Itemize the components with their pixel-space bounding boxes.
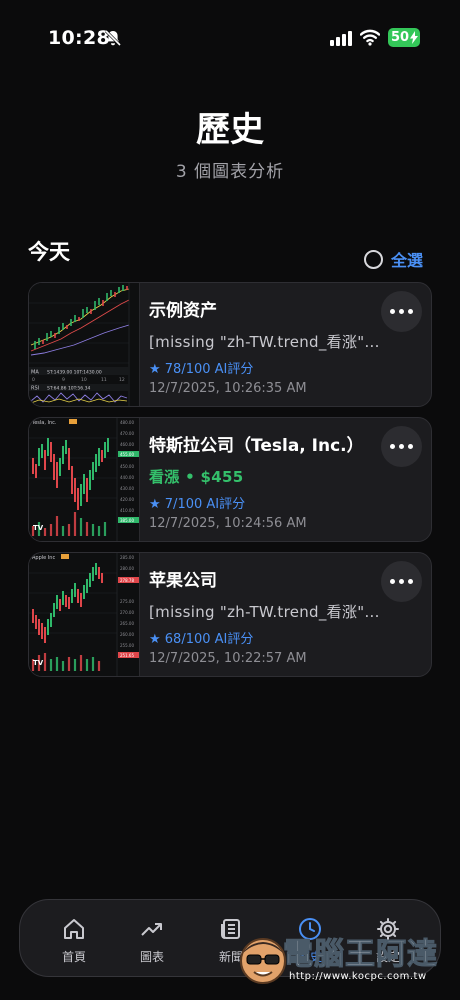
thumb-price-tick: 460.00 <box>120 442 134 447</box>
thumb-symbol-name: Tesla, Inc. <box>31 420 57 426</box>
home-icon <box>64 919 84 939</box>
select-all-radio[interactable] <box>364 249 383 269</box>
more-options-button[interactable] <box>381 426 422 467</box>
thumb-price-tick: 275.00 <box>120 599 134 604</box>
card-timestamp: 12/7/2025, 10:24:56 AM <box>149 516 307 531</box>
thumb-symbol-name: Apple Inc <box>32 555 55 561</box>
ellipsis-dot <box>408 579 413 584</box>
thumb-axis-label: 11 <box>101 377 107 383</box>
history-card[interactable]: Apple Inc TV 285.00 280.00 275.00 270.00… <box>28 552 432 677</box>
thumb-price-tick: 440.00 <box>120 475 134 480</box>
thumb-price-tick: 260.00 <box>120 632 134 637</box>
section-header-today: 今天 <box>28 240 70 264</box>
thumb-rsi-values: ST:64.86 10T:56.34 <box>47 386 90 392</box>
cellular-signal-icon <box>330 31 352 46</box>
ellipsis-dot <box>390 309 395 314</box>
card-title: 特斯拉公司（Tesla, Inc.） <box>149 436 364 456</box>
card-title: 苹果公司 <box>149 571 217 591</box>
more-options-button[interactable] <box>381 291 422 332</box>
thumb-price-tag: 278.78 <box>120 578 134 583</box>
status-bar: 10:28 50 <box>0 0 460 60</box>
tradingview-logo-icon: TV <box>33 524 44 532</box>
thumb-axis-label: 0 <box>32 377 35 383</box>
ellipsis-dot <box>390 444 395 449</box>
thumb-price-tick: 255.00 <box>120 643 134 648</box>
card-ai-score: ★ 78/100 AI評分 <box>149 362 254 377</box>
watermark-text: 電腦王阿達 <box>283 937 438 973</box>
card-timestamp: 12/7/2025, 10:22:57 AM <box>149 651 307 666</box>
chart-trend-icon <box>141 923 162 936</box>
bell-slash-icon <box>104 29 122 47</box>
page-title: 歷史 <box>196 110 264 150</box>
card-ai-score: ★ 68/100 AI評分 <box>149 632 254 647</box>
ellipsis-dot <box>408 444 413 449</box>
thumb-ma-values: ST:1439.00 10T:1430.00 <box>47 370 102 376</box>
wifi-icon <box>360 29 380 46</box>
ellipsis-dot <box>408 309 413 314</box>
thumb-price-tick: 285.00 <box>120 555 134 560</box>
card-trend: [missing "zh-TW.trend_看涨"... <box>149 333 380 351</box>
status-time: 10:28 <box>48 27 110 49</box>
tab-label: 首頁 <box>61 950 86 964</box>
bolt-icon <box>410 31 418 44</box>
thumb-price-tick: 270.00 <box>120 610 134 615</box>
card-trend: 看漲 • $455 <box>149 468 244 486</box>
thumb-price-tick: 265.00 <box>120 621 134 626</box>
chart-thumbnail: Apple Inc TV 285.00 280.00 275.00 270.00… <box>29 553 140 676</box>
thumb-ma-label: MA <box>31 370 39 376</box>
select-all-label[interactable]: 全選 <box>391 247 423 271</box>
battery-charging-icon: 50 <box>388 28 420 47</box>
chart-thumbnail: Tesla, Inc. TV 480.00 470.00 460.00 450.… <box>29 418 140 541</box>
thumb-price-tick: 410.00 <box>120 508 134 513</box>
page-subtitle: 3 個圖表分析 <box>175 162 285 182</box>
tradingview-logo-icon: TV <box>33 659 44 667</box>
thumb-price-tick: 280.00 <box>120 566 134 571</box>
watermark: 電腦王阿達 http://www.kocpc.com.tw <box>237 925 457 1000</box>
thumb-price-tick: 450.00 <box>120 464 134 469</box>
thumb-axis-label: 12 <box>119 377 125 383</box>
watermark-url: http://www.kocpc.com.tw <box>289 971 427 982</box>
battery-level: 50 <box>391 30 410 45</box>
ellipsis-dot <box>390 579 395 584</box>
tab-charts[interactable]: 圖表 <box>117 900 187 978</box>
thumb-rsi-label: RSI <box>31 386 39 392</box>
tab-label: 圖表 <box>139 950 164 964</box>
thumb-price-tick: 430.00 <box>120 486 134 491</box>
thumb-price-tag: 385.00 <box>120 518 134 523</box>
thumb-price-tag: 455.00 <box>120 452 134 457</box>
thumb-price-tag: 251.65 <box>120 653 134 658</box>
card-title: 示例资产 <box>149 301 217 321</box>
card-timestamp: 12/7/2025, 10:26:35 AM <box>149 381 307 396</box>
history-card[interactable]: Tesla, Inc. TV 480.00 470.00 460.00 450.… <box>28 417 432 542</box>
mascot-face-icon <box>240 938 286 984</box>
ellipsis-dot <box>399 579 404 584</box>
select-all-control[interactable]: 全選 <box>364 248 423 270</box>
ellipsis-dot <box>399 444 404 449</box>
thumb-price-tick: 420.00 <box>120 497 134 502</box>
ellipsis-dot <box>399 309 404 314</box>
thumb-axis-label: 10 <box>81 377 87 383</box>
tab-home[interactable]: 首頁 <box>39 900 109 978</box>
history-card[interactable]: MA ST:1439.00 10T:1430.00 0 9 10 11 12 R… <box>28 282 432 407</box>
thumb-axis-label: 9 <box>62 377 65 383</box>
card-trend: [missing "zh-TW.trend_看涨"... <box>149 603 380 621</box>
thumb-price-tick: 480.00 <box>120 420 134 425</box>
more-options-button[interactable] <box>381 561 422 602</box>
thumb-price-tick: 470.00 <box>120 431 134 436</box>
card-ai-score: ★ 7/100 AI評分 <box>149 497 246 512</box>
chart-thumbnail: MA ST:1439.00 10T:1430.00 0 9 10 11 12 R… <box>29 283 140 406</box>
